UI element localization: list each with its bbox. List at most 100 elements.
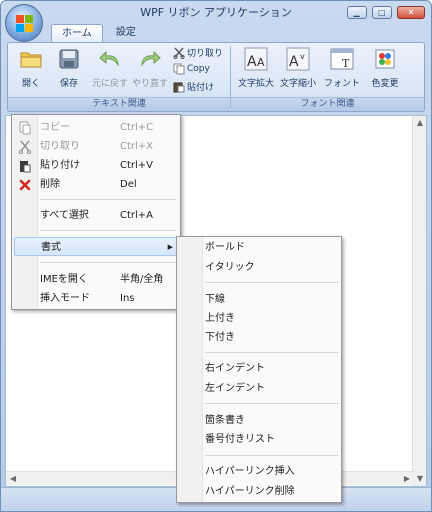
- tab-settings[interactable]: 設定: [106, 24, 146, 42]
- submenu-item-label: 右インデント: [205, 363, 265, 374]
- tab-home[interactable]: ホーム: [51, 24, 103, 42]
- submenu-item-insert-hyperlink[interactable]: ハイパーリンク挿入: [179, 462, 339, 481]
- scroll-left-arrow-icon[interactable]: ◀: [6, 472, 20, 486]
- menu-separator: [205, 455, 339, 456]
- menu-item-shortcut: Del: [120, 179, 137, 190]
- menu-item-label: すべて選択: [40, 210, 89, 221]
- menu-item-shortcut: 半角/全角: [120, 274, 164, 285]
- windows-logo-icon: [16, 15, 34, 33]
- open-label: 開く: [21, 79, 40, 89]
- enlarge-text-label: 文字拡大: [237, 79, 274, 89]
- menu-item-copy[interactable]: コピー Ctrl+C: [14, 118, 178, 137]
- submenu-item-remove-hyperlink[interactable]: ハイパーリンク削除: [179, 482, 339, 501]
- maximize-button[interactable]: □: [371, 6, 392, 19]
- undo-button[interactable]: 元に戻す: [92, 47, 128, 91]
- copy-label: Copy: [187, 64, 210, 74]
- scroll-up-arrow-icon[interactable]: ▲: [413, 116, 427, 130]
- paste-button[interactable]: 貼付け: [173, 80, 214, 95]
- submenu-item-indent-right[interactable]: 右インデント: [179, 359, 339, 378]
- svg-text:A: A: [247, 54, 257, 70]
- font-decrease-icon: Av: [286, 47, 310, 71]
- menu-item-label: IMEを開く: [40, 274, 88, 285]
- svg-text:A: A: [257, 56, 265, 69]
- font-group-label: フォント関連: [231, 97, 424, 111]
- menu-item-delete[interactable]: 削除 Del: [14, 175, 178, 194]
- menu-separator: [40, 230, 176, 231]
- redo-button[interactable]: やり直す: [132, 47, 168, 91]
- submenu-item-label: 下付き: [205, 332, 235, 343]
- submenu-item-bullet-list[interactable]: 箇条書き: [179, 411, 339, 430]
- copy-icon: [173, 63, 185, 75]
- copy-icon: [18, 121, 32, 135]
- menu-item-label: 削除: [40, 179, 60, 190]
- menu-item-shortcut: Ctrl+V: [120, 160, 154, 171]
- submenu-item-label: ボールド: [205, 242, 245, 253]
- menu-item-label: 書式: [41, 242, 61, 253]
- submenu-item-bold[interactable]: ボールド: [179, 238, 339, 257]
- scroll-right-arrow-icon[interactable]: ▶: [400, 472, 414, 486]
- submenu-arrow-icon: ▶: [167, 243, 173, 251]
- menu-item-label: コピー: [40, 122, 70, 133]
- menu-item-shortcut: Ctrl+X: [120, 141, 154, 152]
- svg-text:T: T: [342, 57, 350, 70]
- menu-item-cut[interactable]: 切り取り Ctrl+X: [14, 137, 178, 156]
- scissors-icon: [18, 140, 32, 155]
- open-button[interactable]: 開く: [14, 47, 48, 91]
- shrink-text-button[interactable]: Av 文字縮小: [279, 47, 317, 91]
- submenu-item-label: ハイパーリンク削除: [205, 486, 295, 497]
- submenu-item-indent-left[interactable]: 左インデント: [179, 379, 339, 398]
- svg-text:v: v: [300, 52, 305, 61]
- menu-item-label: 貼り付け: [40, 160, 80, 171]
- menu-item-shortcut: Ctrl+C: [120, 122, 154, 133]
- folder-icon: [19, 47, 43, 71]
- submenu-item-label: 箇条書き: [205, 415, 245, 426]
- menu-separator: [205, 352, 339, 353]
- scroll-down-arrow-icon[interactable]: ▼: [413, 472, 427, 486]
- menu-item-format[interactable]: 書式 ▶: [14, 237, 178, 256]
- save-button[interactable]: 保存: [52, 47, 86, 91]
- font-label: フォント: [323, 79, 360, 89]
- submenu-item-subscript[interactable]: 下付き: [179, 328, 339, 347]
- submenu-item-superscript[interactable]: 上付き: [179, 309, 339, 328]
- font-button[interactable]: T フォント: [323, 47, 361, 91]
- menu-item-shortcut: Ins: [120, 293, 135, 304]
- title-bar[interactable]: WPF リボン アプリケーション ▁ □ ✕: [1, 1, 431, 23]
- font-group: AA 文字拡大 Av 文字縮小 T フォント 色変更 フォント関連: [231, 43, 424, 111]
- menu-item-label: 切り取り: [40, 141, 80, 152]
- menu-item-paste[interactable]: 貼り付け Ctrl+V: [14, 156, 178, 175]
- menu-item-select-all[interactable]: すべて選択 Ctrl+A: [14, 206, 178, 225]
- undo-arrow-icon: [98, 47, 122, 71]
- close-button[interactable]: ✕: [397, 6, 425, 19]
- scissors-icon: [173, 47, 185, 59]
- font-dialog-icon: T: [330, 47, 354, 71]
- delete-icon: [18, 178, 32, 192]
- minimize-button[interactable]: ▁: [346, 6, 367, 19]
- menu-separator: [40, 262, 176, 263]
- vertical-scrollbar[interactable]: ▲ ▼: [412, 116, 426, 486]
- submenu-item-italic[interactable]: イタリック: [179, 258, 339, 277]
- menu-separator: [205, 403, 339, 404]
- submenu-item-label: 左インデント: [205, 383, 265, 394]
- change-color-button[interactable]: 色変更: [367, 47, 403, 91]
- enlarge-text-button[interactable]: AA 文字拡大: [237, 47, 275, 91]
- svg-text:A: A: [289, 54, 299, 70]
- application-menu-button[interactable]: [5, 4, 43, 42]
- submenu-item-label: イタリック: [205, 262, 255, 273]
- save-label: 保存: [59, 79, 78, 89]
- submenu-item-underline[interactable]: 下線: [179, 290, 339, 309]
- paste-label: 貼付け: [187, 83, 215, 93]
- menu-item-open-ime[interactable]: IMEを開く 半角/全角: [14, 270, 178, 289]
- submenu-item-numbered-list[interactable]: 番号付きリスト: [179, 430, 339, 449]
- cut-button[interactable]: 切り取り: [173, 46, 223, 61]
- menu-item-insert-mode[interactable]: 挿入モード Ins: [14, 289, 178, 308]
- context-menu: コピー Ctrl+C 切り取り Ctrl+X 貼り付け Ctrl+V 削除 De…: [11, 114, 181, 310]
- paste-icon: [173, 81, 185, 93]
- text-group: 開く 保存 元に戻す やり直す 切り取り Copy 貼付け テキスト関連: [8, 43, 230, 111]
- floppy-disk-icon: [57, 47, 81, 71]
- menu-separator: [40, 199, 176, 200]
- copy-button[interactable]: Copy: [173, 63, 210, 78]
- redo-arrow-icon: [138, 47, 162, 71]
- undo-label: 元に戻す: [92, 79, 129, 89]
- change-color-label: 色変更: [371, 79, 399, 89]
- submenu-item-label: 下線: [205, 294, 225, 305]
